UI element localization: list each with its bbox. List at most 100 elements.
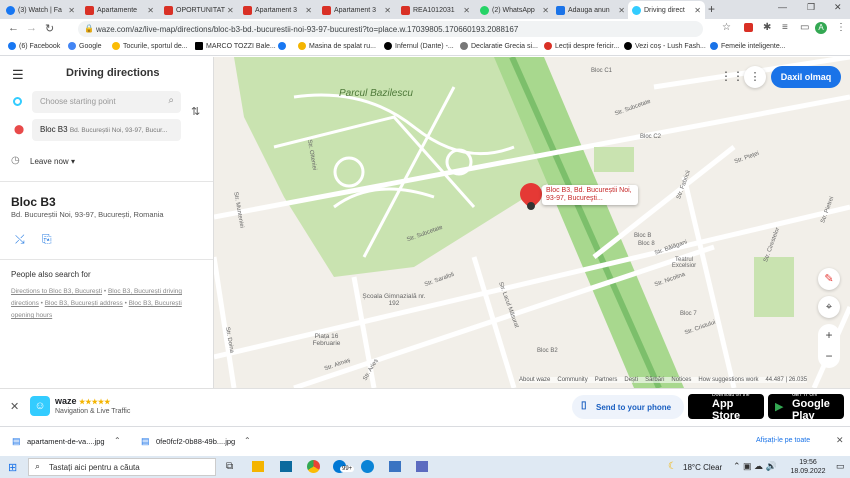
show-all-button[interactable]: Afișați-le pe toate [756, 437, 810, 444]
marker-label[interactable]: Bloc B3, Bd. Bucureștii Noi, 93-97, Bucu… [542, 185, 638, 205]
new-tab-button[interactable]: + [708, 2, 715, 16]
bookmark-facebook[interactable]: (6) Facebook [8, 42, 60, 50]
report-icon[interactable]: ✎ [818, 268, 840, 290]
close-icon[interactable]: ✕ [461, 6, 470, 15]
bookmark-marco-tozzi[interactable]: MARCO TOZZI Bale... [195, 42, 276, 50]
extension-icon[interactable] [744, 23, 753, 32]
window-close-button[interactable]: ✕ [834, 2, 842, 13]
footer-link[interactable]: About waze [519, 377, 550, 383]
taskbar-search-input[interactable]: ⌕ Tastați aici pentru a căuta [28, 458, 216, 476]
bookmark-label: Google [79, 42, 102, 50]
boulevard-green [494, 57, 684, 388]
bookmark-tocurile[interactable]: Tocurile, sportul de... [112, 42, 188, 50]
login-button[interactable]: Daxil olmaq [771, 66, 841, 88]
notification-icon[interactable]: ▭ [836, 461, 845, 472]
back-icon[interactable]: ← [8, 22, 19, 34]
puzzle-icon[interactable]: ✱ [763, 22, 771, 33]
reading-list-icon[interactable]: ≡ [782, 22, 788, 33]
footer-link[interactable]: Dești [624, 377, 638, 383]
tab-whatsapp[interactable]: (2) WhatsApp ✕ [476, 1, 553, 19]
star-icon[interactable]: ☆ [722, 22, 731, 33]
close-icon[interactable]: ✕ [10, 400, 19, 413]
bookmark-masina[interactable]: Masina de spalat ru... [298, 42, 376, 50]
locate-icon[interactable]: ⌖ [818, 296, 840, 318]
footer-link[interactable]: Notices [671, 377, 691, 383]
windows-start-icon[interactable]: ⊞ [8, 461, 17, 474]
bookmark-google[interactable]: Google [68, 42, 102, 50]
tab-rea[interactable]: REA1012031 ✕ [397, 1, 474, 19]
footer-link[interactable]: Partners [595, 377, 618, 383]
url-field[interactable]: 🔒 waze.com/az/live-map/directions/bloc-b… [78, 21, 703, 37]
menu-icon[interactable]: ⋮ [836, 22, 846, 33]
maximize-button[interactable]: ❐ [807, 2, 815, 13]
destination-pin-icon: ⬤ [14, 124, 25, 134]
close-icon[interactable]: ✕ [382, 6, 391, 15]
poi-label: Piața 16 Februarie [312, 333, 341, 347]
search-icon[interactable]: ⌕ [168, 95, 174, 106]
directions-icon[interactable]: ⎘ [42, 232, 52, 247]
more-options-icon[interactable]: ⋮ [744, 66, 766, 88]
chevron-up-icon[interactable]: ⌃ [244, 436, 251, 445]
tab-adauga[interactable]: Adauga anun ✕ [552, 1, 629, 19]
bookmark-facebook-2[interactable] [278, 42, 289, 50]
close-icon[interactable]: ✕ [836, 435, 844, 446]
bookmark-infernul[interactable]: Infernul (Dante) -... [384, 42, 454, 50]
start-point-input[interactable]: Choose starting point ⌕ [32, 91, 181, 113]
task-view-icon[interactable]: ⧉ [226, 461, 233, 472]
footer-link[interactable]: Sărbări [645, 377, 664, 383]
swap-icon[interactable]: ⇅ [191, 105, 200, 118]
photos-icon[interactable] [389, 461, 401, 472]
tab-apartamente[interactable]: Apartamente ✕ [81, 1, 158, 19]
send-to-phone-button[interactable]: ▯ Send to your phone [572, 395, 684, 419]
poi-label: Școala Gimnazială nr. 192 [362, 293, 426, 307]
sidepanel-icon[interactable]: ▭ [800, 22, 809, 33]
close-icon[interactable]: ✕ [616, 6, 625, 15]
map-canvas[interactable]: Parcul Bazilescu Str. Subcetate Str. Olt… [214, 57, 850, 388]
chevron-up-icon[interactable]: ⌃ [114, 436, 121, 445]
destination-input[interactable]: Bloc B3 Bd. Bucureștii Noi, 93-97, Bucur… [32, 119, 181, 141]
close-icon[interactable]: ✕ [303, 6, 312, 15]
bookmark-lectii[interactable]: Lecții despre fericir... [544, 42, 619, 50]
app-store-button[interactable]: Download on the App Store [688, 392, 764, 422]
store-icon[interactable] [280, 461, 292, 472]
tab-bar: (3) Watch | Fa ✕ Apartamente ✕ OPORTUNITAT… [0, 0, 850, 19]
tab-apartament-3a[interactable]: Apartament 3 ✕ [239, 1, 316, 19]
tab-oportunitate[interactable]: OPORTUNITAT ✕ [160, 1, 237, 19]
google-play-button[interactable]: ▶ GET IT ON Google Play [768, 392, 844, 422]
close-icon[interactable]: ✕ [225, 6, 234, 15]
zoom-out-button[interactable]: − [818, 346, 840, 368]
close-icon[interactable]: ✕ [692, 6, 701, 15]
close-icon[interactable]: ✕ [66, 6, 75, 15]
tab-label: (2) WhatsApp [492, 6, 535, 14]
hamburger-menu-icon[interactable]: ☰ [12, 67, 24, 83]
calculator-icon[interactable] [416, 461, 428, 472]
reload-icon[interactable]: ↻ [45, 22, 54, 35]
tab-apartament-3b[interactable]: Apartament 3 ✕ [318, 1, 395, 19]
footer-link[interactable]: How suggestions work [698, 377, 758, 383]
edge-icon[interactable] [361, 460, 374, 473]
minimize-button[interactable]: — [778, 2, 787, 12]
footer-link[interactable]: Community [557, 377, 587, 383]
suggestion-link[interactable]: Bloc B3, București address [45, 300, 123, 307]
bookmark-declaratie[interactable]: Declaratie Grecia si... [460, 42, 538, 50]
forward-icon[interactable]: → [26, 22, 37, 34]
profile-avatar[interactable]: A [815, 22, 827, 34]
zoom-in-button[interactable]: + [818, 324, 840, 346]
download-item[interactable]: 0fe0fcf2-0b88-49b....jpg [156, 437, 235, 446]
suggestion-link[interactable]: Directions to Bloc B3, București [11, 288, 102, 295]
leave-now-dropdown[interactable]: Leave now ▾ [30, 157, 75, 166]
close-icon[interactable]: ✕ [540, 6, 549, 15]
tab-driving-directions[interactable]: Driving direct ✕ [628, 1, 705, 19]
share-icon[interactable]: ⤯ [15, 232, 25, 247]
bookmark-femeile[interactable]: Femeile inteligente... [710, 42, 786, 50]
bookmark-lush[interactable]: Vezi coș - Lush Fash... [624, 42, 706, 50]
weather-text[interactable]: 18°C Clear [683, 463, 722, 472]
clock[interactable]: 19:56 18.09.2022 [788, 458, 828, 476]
tab-facebook[interactable]: (3) Watch | Fa ✕ [2, 1, 79, 19]
download-item[interactable]: apartament-de-va....jpg [27, 437, 105, 446]
chrome-icon[interactable] [307, 460, 320, 473]
file-explorer-icon[interactable] [252, 461, 264, 472]
apps-grid-icon[interactable]: ⋮⋮ [720, 69, 744, 83]
tray-icons[interactable]: ⌃ ▣ ☁ 🔊 [733, 461, 777, 472]
close-icon[interactable]: ✕ [145, 6, 154, 15]
